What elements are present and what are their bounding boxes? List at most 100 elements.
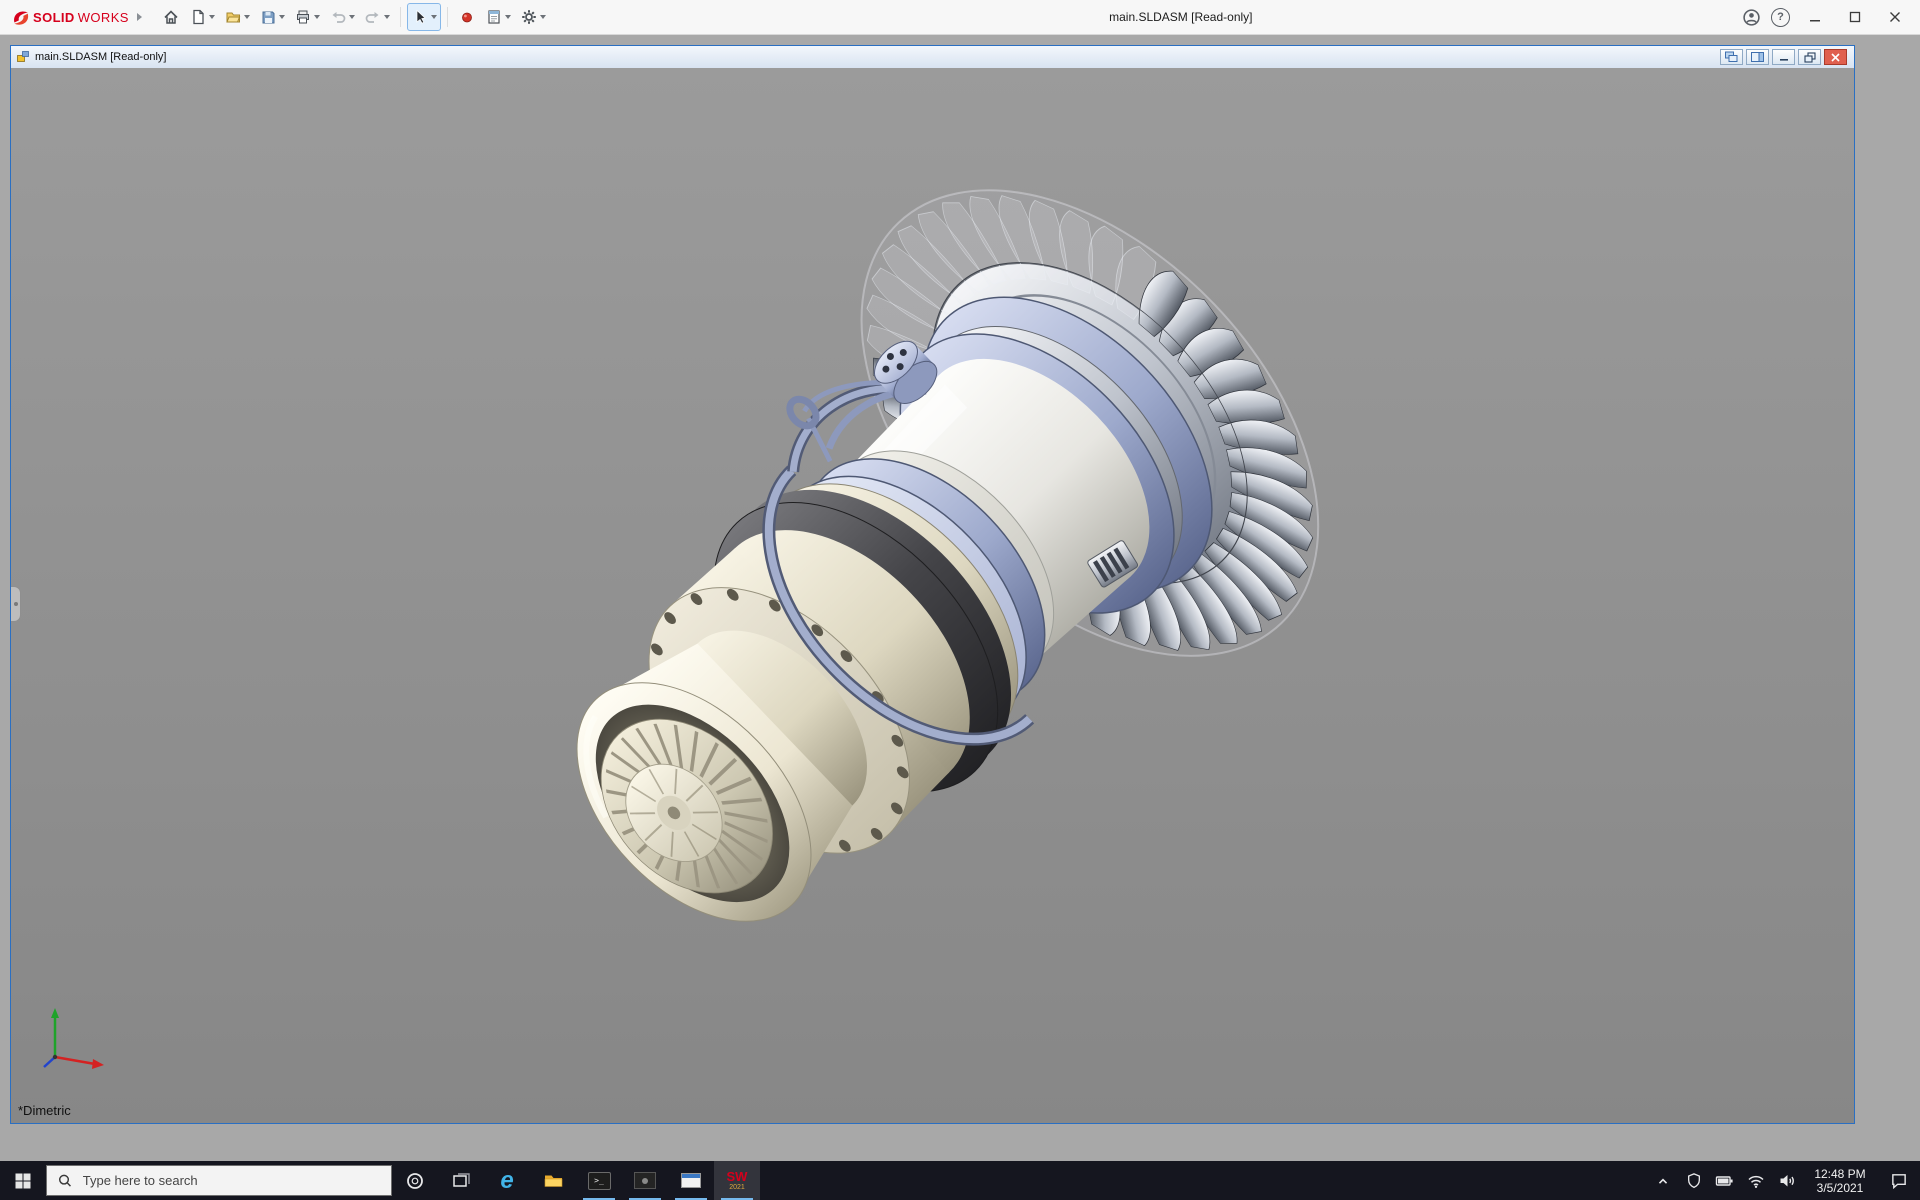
open-folder-icon: [224, 8, 242, 26]
doc-minimize-button[interactable]: [1772, 49, 1795, 65]
network-tray-button[interactable]: [1740, 1161, 1771, 1200]
app-window-title: main.SLDASM [Read-only]: [1109, 10, 1252, 24]
window-app-icon: [681, 1173, 701, 1188]
split-view-button[interactable]: [1746, 49, 1769, 65]
x-axis-arrow: [92, 1059, 104, 1069]
help-button[interactable]: ?: [1771, 8, 1790, 27]
select-tool-button[interactable]: [407, 3, 441, 31]
maximize-button[interactable]: [1840, 5, 1870, 29]
save-button[interactable]: [255, 3, 289, 31]
document-titlebar[interactable]: main.SLDASM [Read-only]: [11, 46, 1854, 69]
options-dropdown-caret[interactable]: [540, 15, 546, 19]
file-properties-caret[interactable]: [505, 15, 511, 19]
document-title: main.SLDASM [Read-only]: [35, 51, 166, 63]
record-macro-icon: [458, 8, 476, 26]
cascade-windows-button[interactable]: [1720, 49, 1743, 65]
new-dropdown-caret[interactable]: [209, 15, 215, 19]
media-app-button[interactable]: [622, 1161, 668, 1200]
cortana-icon: [406, 1172, 424, 1190]
graphics-area[interactable]: *Dimetric: [11, 68, 1854, 1123]
doc-close-icon: [1830, 52, 1841, 63]
battery-tray-button[interactable]: [1709, 1161, 1740, 1200]
open-button[interactable]: [220, 3, 254, 31]
action-center-button[interactable]: [1878, 1161, 1920, 1200]
window-app-button[interactable]: [668, 1161, 714, 1200]
undo-icon: [329, 8, 347, 26]
z-axis-arrow: [44, 1057, 55, 1067]
system-tray: 12:48 PM 3/5/2021: [1647, 1161, 1920, 1200]
home-icon: [162, 8, 180, 26]
terminal-app-button[interactable]: >_: [576, 1161, 622, 1200]
app-titlebar: SOLIDWORKS: [0, 0, 1920, 35]
save-icon: [259, 8, 277, 26]
options-button[interactable]: [516, 3, 550, 31]
doc-restore-icon: [1804, 52, 1816, 63]
volume-tray-button[interactable]: [1771, 1161, 1802, 1200]
redo-button[interactable]: [360, 3, 394, 31]
cortana-button[interactable]: [392, 1161, 438, 1200]
windows-logo-icon: [14, 1172, 32, 1190]
split-view-icon: [1750, 51, 1765, 63]
window-app-titlebar-strip: [682, 1174, 700, 1178]
home-button[interactable]: [158, 3, 184, 31]
assembly-document-icon: [16, 50, 30, 64]
account-icon[interactable]: [1742, 8, 1761, 27]
solidworks-taskbar-icon: SW 2021: [727, 1170, 748, 1191]
dassault-logo-icon: [10, 7, 30, 27]
print-dropdown-caret[interactable]: [314, 15, 320, 19]
file-properties-button[interactable]: [481, 3, 515, 31]
redo-dropdown-caret[interactable]: [384, 15, 390, 19]
print-button[interactable]: [290, 3, 324, 31]
doc-restore-button[interactable]: [1798, 49, 1821, 65]
taskbar-search[interactable]: [46, 1165, 392, 1196]
engine-model: [11, 68, 1854, 1123]
help-glyph: ?: [1777, 11, 1784, 23]
menu-expand-arrow-icon[interactable]: [137, 13, 142, 21]
new-document-button[interactable]: [185, 3, 219, 31]
maximize-icon: [1849, 11, 1861, 23]
orientation-triad: [33, 1001, 117, 1075]
minimize-icon: [1809, 11, 1821, 23]
toolbar-separator: [447, 7, 448, 27]
search-input[interactable]: [81, 1172, 380, 1189]
print-icon: [294, 8, 312, 26]
undo-button[interactable]: [325, 3, 359, 31]
solidworks-badge-year: 2021: [729, 1184, 745, 1191]
wifi-icon: [1747, 1173, 1765, 1189]
tray-expand-button[interactable]: [1647, 1161, 1678, 1200]
edge-button[interactable]: e: [484, 1161, 530, 1200]
task-view-button[interactable]: [438, 1161, 484, 1200]
battery-icon: [1715, 1172, 1734, 1190]
chevron-up-icon: [1655, 1173, 1671, 1189]
select-cursor-icon: [411, 8, 429, 26]
cascade-windows-icon: [1724, 51, 1739, 63]
gear-icon: [520, 8, 538, 26]
solidworks-badge-text: SW: [727, 1170, 748, 1183]
media-app-icon: [634, 1172, 656, 1189]
taskbar-clock[interactable]: 12:48 PM 3/5/2021: [1802, 1167, 1878, 1195]
select-dropdown-caret[interactable]: [431, 15, 437, 19]
doc-close-button[interactable]: [1824, 49, 1847, 65]
open-dropdown-caret[interactable]: [244, 15, 250, 19]
clock-time: 12:48 PM: [1802, 1167, 1878, 1181]
folder-icon: [543, 1172, 564, 1189]
close-button[interactable]: [1880, 5, 1910, 29]
edge-icon: e: [500, 1169, 513, 1193]
windows-taskbar: e >_ SW 2021: [0, 1161, 1920, 1200]
record-macro-button[interactable]: [454, 3, 480, 31]
save-dropdown-caret[interactable]: [279, 15, 285, 19]
undo-dropdown-caret[interactable]: [349, 15, 355, 19]
document-window: main.SLDASM [Read-only]: [10, 45, 1855, 1124]
pane-tab-dot: [14, 602, 18, 606]
minimize-button[interactable]: [1800, 5, 1830, 29]
brand-works: WORKS: [78, 10, 129, 25]
solidworks-app-button[interactable]: SW 2021: [714, 1161, 760, 1200]
doc-minimize-icon: [1778, 52, 1790, 62]
feature-pane-collapse-tab[interactable]: [11, 586, 21, 622]
redo-icon: [364, 8, 382, 26]
file-explorer-button[interactable]: [530, 1161, 576, 1200]
shield-icon: [1686, 1172, 1702, 1189]
security-tray-button[interactable]: [1678, 1161, 1709, 1200]
speaker-icon: [1778, 1172, 1796, 1189]
start-button[interactable]: [0, 1161, 46, 1200]
